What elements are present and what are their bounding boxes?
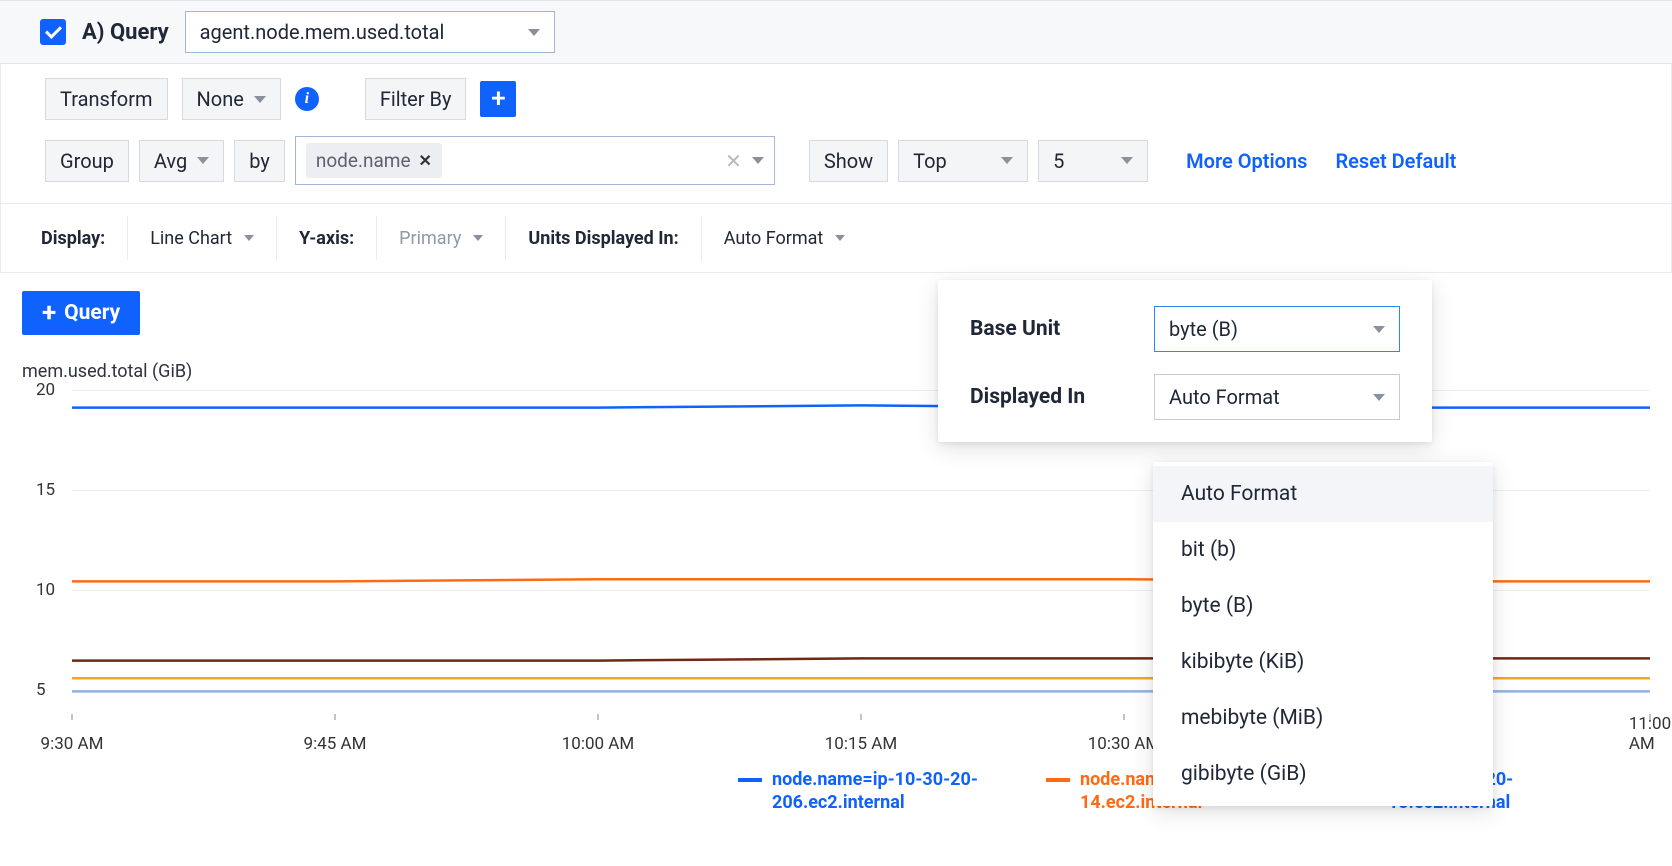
x-tick-label: 10:15 AM [825, 734, 897, 754]
group-by-chip-label: node.name [316, 149, 411, 172]
units-option[interactable]: Auto Format [1153, 466, 1493, 522]
units-select[interactable]: Auto Format [702, 216, 868, 260]
transform-select[interactable]: None [182, 78, 281, 120]
add-query-label: Query [64, 301, 120, 325]
legend-label: node.name=ip-10-30-20-206.ec2.internal [772, 768, 1018, 815]
legend-swatch [738, 778, 762, 782]
more-options-link[interactable]: More Options [1186, 149, 1307, 173]
units-value: Auto Format [724, 228, 824, 249]
yaxis-select[interactable]: Primary [377, 216, 506, 260]
metric-value: agent.node.mem.used.total [200, 20, 445, 44]
base-unit-label: Base Unit [970, 317, 1134, 341]
displayed-in-value: Auto Format [1169, 385, 1280, 409]
group-by-chip[interactable]: node.name ✕ [306, 143, 442, 178]
y-tick-label: 10 [36, 580, 55, 600]
units-option[interactable]: bit (b) [1153, 522, 1493, 578]
display-row: Display: Line Chart Y-axis: Primary Unit… [0, 204, 1672, 273]
group-label: Group [45, 140, 129, 182]
transform-value: None [197, 87, 244, 111]
show-n-value: 5 [1053, 149, 1064, 173]
query-header: A) Query agent.node.mem.used.total [0, 0, 1672, 64]
units-label: Units Displayed In: [528, 228, 678, 249]
add-filter-button[interactable]: + [480, 81, 516, 117]
info-icon[interactable]: i [295, 87, 319, 111]
chevron-down-icon [752, 157, 764, 164]
chevron-down-icon [1373, 326, 1385, 333]
x-tick-label: 10:30 AM [1088, 734, 1160, 754]
chevron-down-icon [197, 157, 209, 164]
show-mode-select[interactable]: Top [898, 140, 1028, 182]
chevron-down-icon [1373, 394, 1385, 401]
units-option[interactable]: mebibyte (MiB) [1153, 690, 1493, 746]
chevron-down-icon [835, 235, 845, 241]
plus-icon: + [42, 303, 56, 323]
clear-icon[interactable]: ✕ [725, 149, 742, 173]
base-unit-select[interactable]: byte (B) [1154, 306, 1400, 352]
display-label: Display: [41, 228, 105, 249]
chevron-down-icon [1121, 157, 1133, 164]
units-option[interactable]: byte (B) [1153, 578, 1493, 634]
chevron-down-icon [473, 235, 483, 241]
units-option[interactable]: gibibyte (GiB) [1153, 746, 1493, 802]
display-type-select[interactable]: Line Chart [128, 216, 277, 260]
reset-default-link[interactable]: Reset Default [1335, 149, 1456, 173]
query-builder: Transform None i Filter By + Group Avg b… [0, 64, 1672, 204]
show-n-select[interactable]: 5 [1038, 140, 1148, 182]
units-panel: Base Unit byte (B) Displayed In Auto For… [938, 280, 1432, 442]
displayed-in-label: Displayed In [970, 385, 1134, 409]
chevron-down-icon [254, 96, 266, 103]
metric-select[interactable]: agent.node.mem.used.total [185, 11, 555, 53]
y-tick-label: 5 [36, 680, 46, 700]
y-tick-label: 20 [36, 380, 55, 400]
x-tick-label: 9:45 AM [304, 734, 367, 754]
yaxis-value: Primary [399, 228, 461, 249]
query-enable-checkbox[interactable] [40, 19, 66, 45]
group-by-input[interactable]: node.name ✕ ✕ [295, 136, 775, 185]
base-unit-value: byte (B) [1169, 317, 1238, 341]
y-tick-label: 15 [36, 480, 55, 500]
add-query-button[interactable]: + Query [22, 291, 140, 335]
displayed-in-dropdown: Auto Formatbit (b)byte (B)kibibyte (KiB)… [1153, 462, 1493, 806]
group-agg-select[interactable]: Avg [139, 140, 224, 182]
units-option[interactable]: kibibyte (KiB) [1153, 634, 1493, 690]
chevron-down-icon [244, 235, 254, 241]
chevron-down-icon [528, 29, 540, 36]
close-icon[interactable]: ✕ [419, 151, 432, 170]
legend-item[interactable]: node.name=ip-10-30-20-206.ec2.internal [738, 768, 1018, 815]
filter-by-label: Filter By [365, 78, 467, 120]
query-letter-label: A) Query [82, 20, 169, 45]
x-tick-label: 10:00 AM [562, 734, 634, 754]
x-tick-label: 9:30 AM [41, 734, 104, 754]
group-by-label: by [234, 140, 285, 182]
group-agg-value: Avg [154, 149, 187, 173]
transform-label: Transform [45, 78, 168, 120]
yaxis-label: Y-axis: [299, 228, 354, 249]
show-label: Show [809, 140, 888, 182]
show-mode-value: Top [913, 149, 947, 173]
x-tick-label: 11:00 AM [1629, 714, 1671, 754]
displayed-in-select[interactable]: Auto Format [1154, 374, 1400, 420]
legend-swatch [1046, 778, 1070, 782]
display-type-value: Line Chart [150, 228, 232, 249]
chevron-down-icon [1001, 157, 1013, 164]
